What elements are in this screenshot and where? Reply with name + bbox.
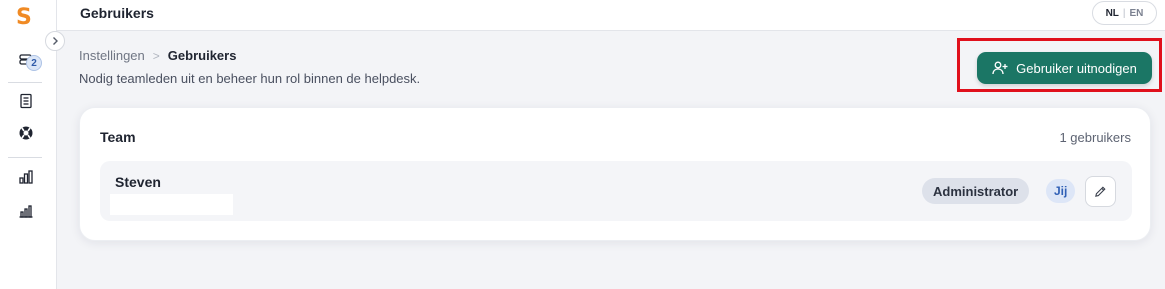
breadcrumb-settings-link[interactable]: Instellingen [79, 48, 145, 63]
ticket-list-icon[interactable] [17, 92, 35, 110]
lang-option-en[interactable]: EN [1130, 8, 1144, 19]
user-name: Steven [115, 174, 161, 190]
user-row: Steven Administrator Jij [100, 161, 1132, 221]
user-email-redacted [110, 194, 233, 215]
breadcrumb: Instellingen > Gebruikers [79, 48, 236, 63]
invite-user-button[interactable]: Gebruiker uitnodigen [977, 52, 1152, 84]
support-lifebuoy-icon[interactable] [17, 124, 35, 142]
lang-separator: | [1122, 7, 1126, 19]
team-card: Team 1 gebruikers Steven Administrator J… [79, 107, 1151, 241]
sidebar-divider [8, 82, 42, 83]
edit-user-button[interactable] [1085, 176, 1116, 207]
user-plus-icon [992, 61, 1008, 75]
current-user-badge: Jij [1046, 179, 1076, 203]
unread-badge: 2 [26, 55, 42, 71]
team-title: Team [100, 129, 136, 145]
breadcrumb-current: Gebruikers [167, 48, 237, 63]
page-subtitle: Nodig teamleden uit en beheer hun rol bi… [79, 71, 421, 86]
top-bar: Gebruikers NL | EN [57, 0, 1165, 31]
pencil-icon [1095, 186, 1106, 197]
language-switch[interactable]: NL | EN [1092, 1, 1157, 25]
breadcrumb-separator: > [152, 48, 160, 63]
sidebar-divider [8, 157, 42, 158]
chevron-right-icon [53, 37, 58, 45]
sidebar-collapse-button[interactable] [45, 31, 65, 51]
team-user-count: 1 gebruikers [1059, 130, 1131, 145]
page-title: Gebruikers [80, 5, 154, 21]
invite-user-label: Gebruiker uitnodigen [1016, 60, 1137, 76]
building-stats-icon[interactable] [17, 168, 35, 186]
bar-chart-icon[interactable] [17, 202, 35, 220]
app-logo[interactable]: S [16, 6, 36, 30]
user-role-badge: Administrator [922, 178, 1030, 204]
lang-option-nl[interactable]: NL [1106, 8, 1119, 19]
